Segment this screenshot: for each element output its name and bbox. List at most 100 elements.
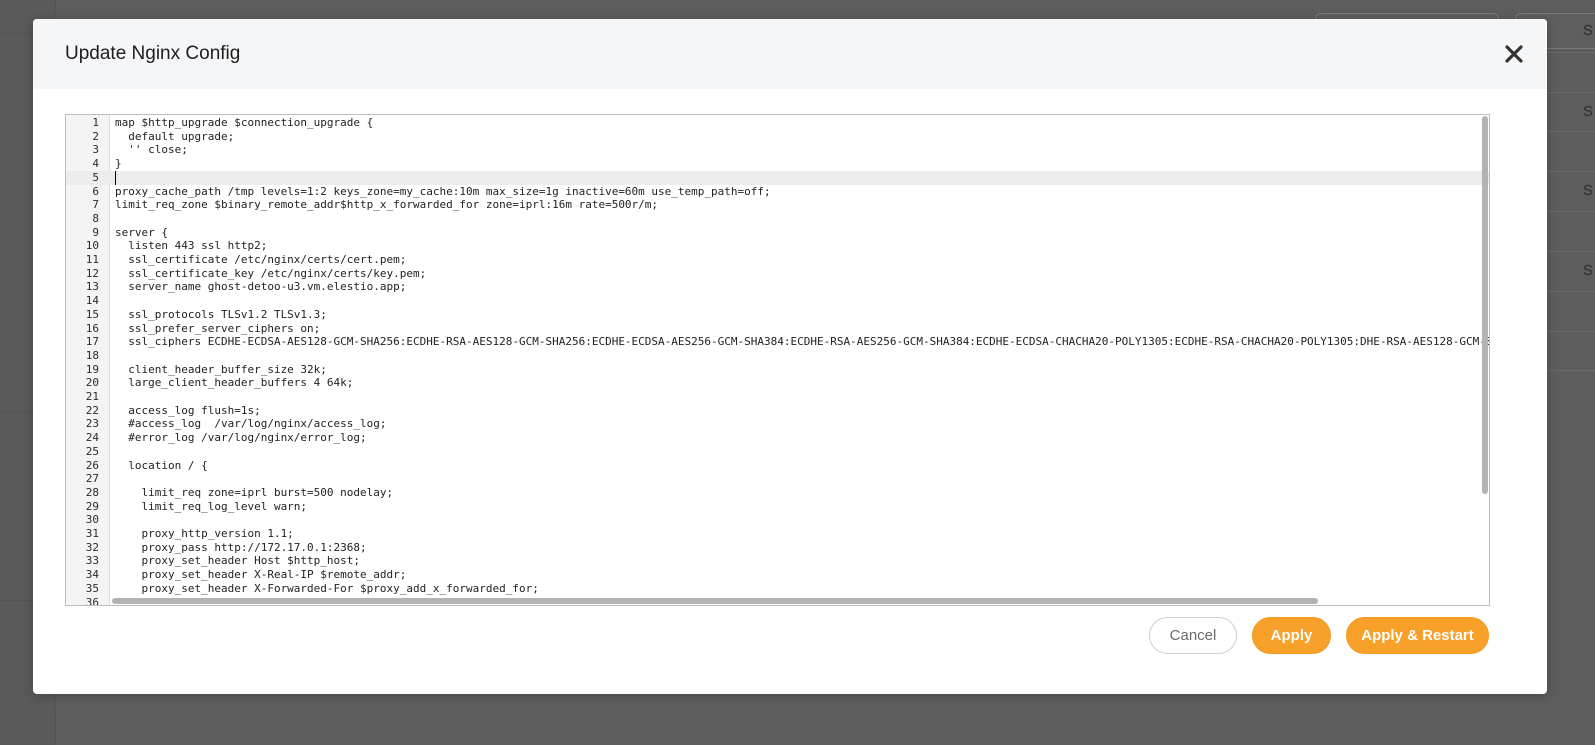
code-text: limit_req zone=iprl burst=500 nodelay; <box>115 485 394 499</box>
line-number: 29 <box>85 499 99 513</box>
line-number: 32 <box>85 540 99 554</box>
line-number: 36 <box>85 595 99 606</box>
code-text: ssl_certificate_key /etc/nginx/certs/key… <box>115 266 427 280</box>
nginx-config-modal: Update Nginx Config 1 map $http_upgrade $… <box>33 19 1547 694</box>
code-line[interactable]: 5 <box>66 170 1489 185</box>
code-line[interactable]: 28 limit_req zone=iprl burst=500 nodelay… <box>66 486 1489 500</box>
cancel-button[interactable]: Cancel <box>1149 617 1237 654</box>
code-text: '' close; <box>115 143 188 157</box>
code-line[interactable]: 15 ssl_protocols TLSv1.2 TLSv1.3; <box>66 308 1489 322</box>
code-text: #error_log /var/log/nginx/error_log; <box>115 431 367 445</box>
apply-restart-button[interactable]: Apply & Restart <box>1346 617 1489 654</box>
code-line[interactable]: 35 proxy_set_header X-Forwarded-For $pro… <box>66 582 1489 596</box>
line-number: 9 <box>92 225 99 239</box>
apply-button[interactable]: Apply <box>1252 617 1331 654</box>
line-number: 15 <box>85 307 99 321</box>
code-text: ssl_protocols TLSv1.2 TLSv1.3; <box>115 307 327 321</box>
line-number: 33 <box>85 554 99 568</box>
code-line[interactable]: 7 limit_req_zone $binary_remote_addr$http… <box>66 198 1489 212</box>
line-number: 12 <box>85 266 99 280</box>
line-number: 8 <box>92 211 99 225</box>
line-number: 10 <box>85 239 99 253</box>
vertical-scrollbar[interactable] <box>1482 116 1488 494</box>
code-area[interactable]: 1 map $http_upgrade $connection_upgrade {… <box>66 115 1489 605</box>
code-line[interactable]: 32 proxy_pass http://172.17.0.1:2368; <box>66 541 1489 555</box>
code-line[interactable]: 1 map $http_upgrade $connection_upgrade { <box>66 116 1489 130</box>
line-number: 30 <box>85 513 99 527</box>
line-number: 18 <box>85 348 99 362</box>
line-number: 3 <box>92 143 99 157</box>
code-line[interactable]: 17 ssl_ciphers ECDHE-ECDSA-AES128-GCM-SH… <box>66 335 1489 349</box>
background-letter: S <box>1583 22 1594 39</box>
line-number: 24 <box>85 431 99 445</box>
line-number: 19 <box>85 362 99 376</box>
code-line[interactable]: 2 default upgrade; <box>66 130 1489 144</box>
code-line[interactable]: 14 <box>66 294 1489 308</box>
line-number: 4 <box>92 157 99 171</box>
code-line[interactable]: 16 ssl_prefer_server_ciphers on; <box>66 322 1489 336</box>
code-line[interactable]: 21 <box>66 390 1489 404</box>
modal-title: Update Nginx Config <box>65 43 241 64</box>
code-line[interactable]: 4} <box>66 157 1489 171</box>
line-number: 34 <box>85 568 99 582</box>
code-text: ssl_prefer_server_ciphers on; <box>115 321 321 335</box>
code-line[interactable]: 22 access_log flush=1s; <box>66 404 1489 418</box>
line-number: 28 <box>85 485 99 499</box>
code-line[interactable]: 25 <box>66 445 1489 459</box>
line-number: 20 <box>85 376 99 390</box>
code-text: limit_req_log_level warn; <box>115 499 308 513</box>
code-line[interactable]: 18 <box>66 349 1489 363</box>
code-text: location / { <box>115 458 208 472</box>
line-number: 14 <box>85 294 99 308</box>
code-line[interactable]: 34 proxy_set_header X-Real-IP $remote_ad… <box>66 568 1489 582</box>
line-number: 31 <box>85 527 99 540</box>
code-line[interactable]: 13 server_name ghost-detoo-u3.vm.elestio… <box>66 280 1489 294</box>
code-line[interactable]: 24 #error_log /var/log/nginx/error_log; <box>66 431 1489 445</box>
code-text: limit_req_zone $binary_remote_addr$http_… <box>115 198 659 212</box>
code-text: map $http_upgrade $connection_upgrade { <box>115 116 374 129</box>
code-line[interactable]: 33 proxy_set_header Host $http_host; <box>66 554 1489 568</box>
code-line[interactable]: 6 proxy_cache_path /tmp levels=1:2 keys_z… <box>66 185 1489 199</box>
code-line[interactable]: 29 limit_req_log_level warn; <box>66 500 1489 514</box>
code-text: large_client_header_buffers 4 64k; <box>115 376 354 390</box>
code-line[interactable]: 19 client_header_buffer_size 32k; <box>66 363 1489 377</box>
line-number: 17 <box>85 335 99 349</box>
code-text: client_header_buffer_size 32k; <box>115 362 327 376</box>
code-line[interactable]: 20 large_client_header_buffers 4 64k; <box>66 376 1489 390</box>
code-text: proxy_set_header X-Forwarded-For $proxy_… <box>115 581 539 595</box>
code-text: proxy_set_header X-Real-IP $remote_addr; <box>115 568 407 582</box>
code-line[interactable]: 30 <box>66 513 1489 527</box>
config-code-editor[interactable]: 1 map $http_upgrade $connection_upgrade {… <box>65 114 1490 606</box>
horizontal-scrollbar[interactable] <box>112 598 1318 604</box>
code-text: proxy_pass http://172.17.0.1:2368; <box>115 540 367 554</box>
line-number: 21 <box>85 390 99 403</box>
code-line[interactable]: 11 ssl_certificate /etc/nginx/certs/cert… <box>66 253 1489 267</box>
close-icon <box>1505 45 1523 63</box>
code-text: access_log flush=1s; <box>115 403 261 417</box>
code-line[interactable]: 31 proxy_http_version 1.1; <box>66 527 1489 541</box>
text-cursor <box>115 170 116 185</box>
code-text: listen 443 ssl http2; <box>115 239 268 253</box>
code-line[interactable]: 26 location / { <box>66 459 1489 473</box>
code-text: default upgrade; <box>115 129 235 143</box>
line-number: 2 <box>92 129 99 143</box>
line-number: 22 <box>85 403 99 417</box>
code-line[interactable]: 10 listen 443 ssl http2; <box>66 239 1489 253</box>
line-number: 35 <box>85 581 99 595</box>
code-text: server { <box>115 225 168 239</box>
line-number: 26 <box>85 458 99 472</box>
line-number: 23 <box>85 417 99 431</box>
line-number: 11 <box>85 253 99 266</box>
line-number: 7 <box>92 198 99 212</box>
code-text: proxy_cache_path /tmp levels=1:2 keys_zo… <box>115 184 771 198</box>
code-line[interactable]: 8 <box>66 212 1489 226</box>
code-line[interactable]: 3 '' close; <box>66 143 1489 157</box>
close-button[interactable] <box>1497 37 1531 71</box>
code-line[interactable]: 12 ssl_certificate_key /etc/nginx/certs/… <box>66 267 1489 281</box>
modal-header: Update Nginx Config <box>33 19 1547 89</box>
code-text: proxy_set_header Host $http_host; <box>115 554 361 568</box>
code-line[interactable]: 27 <box>66 472 1489 486</box>
background-letter: S <box>1583 182 1594 199</box>
code-line[interactable]: 9 server { <box>66 226 1489 240</box>
code-line[interactable]: 23 #access_log /var/log/nginx/access_log… <box>66 417 1489 431</box>
